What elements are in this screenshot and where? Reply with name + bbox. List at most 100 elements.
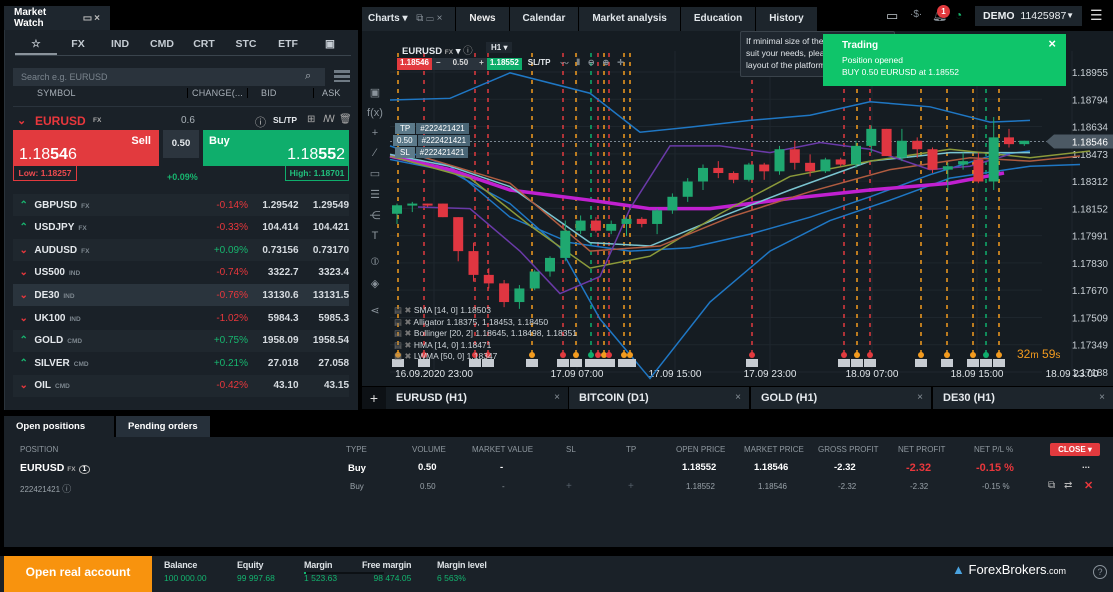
chevron-down-icon[interactable]: ⌄ xyxy=(13,380,34,391)
quick-buy-button[interactable]: 1.18552 xyxy=(486,58,522,70)
tab-inbox[interactable]: ▣ xyxy=(309,38,351,55)
search-icon[interactable]: ⌕ xyxy=(305,70,311,83)
buy-button[interactable]: Buy 1.18552 xyxy=(203,130,349,166)
candles-icon[interactable]: ⫴ xyxy=(572,58,583,70)
chart-tab-bitcoin[interactable]: BITCOIN (D1) × xyxy=(569,387,749,409)
maximize-icon[interactable]: ▭ xyxy=(83,13,92,24)
row-bid[interactable]: 27.018 xyxy=(248,358,299,369)
layout-icon[interactable]: ▭ xyxy=(886,8,898,24)
chart-tab-eurusd[interactable]: EURUSD (H1) × xyxy=(386,387,568,409)
close-all-button[interactable]: CLOSE ▾ xyxy=(1050,443,1100,456)
grid-view-icon[interactable] xyxy=(334,70,350,82)
help-icon[interactable]: ? xyxy=(1093,565,1107,579)
share-icon[interactable]: ⋖ xyxy=(365,304,385,317)
row-ask[interactable]: 1958.54 xyxy=(299,335,349,346)
chart-symbol[interactable]: EURUSD FX ▾ ⓘ xyxy=(402,43,473,57)
pitchfork-icon[interactable]: ⋲ xyxy=(365,209,385,222)
reverse-icon[interactable]: ⇄ xyxy=(1064,480,1072,491)
chevron-down-icon[interactable]: ⌄ xyxy=(13,245,34,256)
chart-tab-de30[interactable]: DE30 (H1) × xyxy=(933,387,1113,409)
chart-sltp-button[interactable]: SL/TP xyxy=(522,58,557,70)
row-bid[interactable]: 43.10 xyxy=(248,380,298,391)
fibonacci-icon[interactable]: ☰ xyxy=(365,188,385,201)
search-input[interactable]: Search e.g. EURUSD xyxy=(13,68,325,86)
info-icon[interactable]: ⓘ xyxy=(255,114,266,130)
market-row[interactable]: ⌄ UK100 IND -1.02% 5984.3 5985.3 xyxy=(13,307,349,329)
volume-decrease[interactable]: − xyxy=(431,58,445,70)
tp-label[interactable]: TP #222421421 xyxy=(395,123,469,134)
row-bid[interactable]: 1.29542 xyxy=(248,200,298,211)
row-ask[interactable]: 0.73170 xyxy=(299,245,349,256)
indicator-legend-item[interactable]: ▤ ✖ SMA [14, 0] 1.18503 xyxy=(394,305,577,317)
indicator-legend-item[interactable]: ▤ ✖ Alligator 1.18375, 1.18453, 1.18450 xyxy=(394,317,577,329)
col-ask[interactable]: ASK xyxy=(313,88,341,98)
chevron-down-icon[interactable]: ⌄ xyxy=(17,114,26,127)
market-row[interactable]: ⌄ DE30 IND -0.76% 13130.6 13131.5 xyxy=(13,284,349,307)
trash-icon[interactable]: 🗑 xyxy=(339,114,352,125)
chevron-down-icon[interactable]: ⌄ xyxy=(13,290,34,301)
tab-cmd[interactable]: CMD xyxy=(141,38,183,55)
col-change[interactable]: CHANGE(... xyxy=(187,88,249,98)
row-bid[interactable]: 13130.6 xyxy=(248,290,298,301)
add-chart-button[interactable]: + xyxy=(362,387,386,409)
account-selector[interactable]: DEMO 11425987 ▼ xyxy=(975,6,1082,26)
chevron-down-icon[interactable]: ⌄ xyxy=(13,313,34,324)
row-ask[interactable]: 5985.3 xyxy=(299,313,349,324)
quick-volume[interactable]: 0.50 xyxy=(444,58,477,70)
sell-button[interactable]: Sell 1.18546 xyxy=(13,130,159,166)
indicators-icon[interactable]: f(x) xyxy=(365,107,385,119)
row-bid[interactable]: 1958.09 xyxy=(248,335,298,346)
row-ask[interactable]: 3323.4 xyxy=(299,267,349,278)
row-bid[interactable]: 5984.3 xyxy=(248,313,299,324)
rectangle-icon[interactable]: ▭ xyxy=(365,167,385,180)
indicator-legend-item[interactable]: ▤ ✖ HMA [14, 0] 1.18471 xyxy=(394,340,577,352)
tab-etf[interactable]: ETF xyxy=(267,38,309,55)
tab-history[interactable]: History xyxy=(756,7,817,31)
tab-ind[interactable]: IND xyxy=(99,38,141,55)
row-ask[interactable]: 13131.5 xyxy=(299,290,349,301)
market-row[interactable]: ⌃ USDJPY FX -0.33% 104.414 104.421 xyxy=(13,217,349,239)
more-options-button[interactable]: ... xyxy=(1082,460,1090,471)
tab-favorites[interactable]: ☆ xyxy=(15,38,57,55)
add-tp-button[interactable]: + xyxy=(628,481,634,492)
col-symbol[interactable]: SYMBOL xyxy=(37,88,76,98)
tab-stc[interactable]: STC xyxy=(225,38,267,55)
timeframe-select[interactable]: H1 ▾ xyxy=(486,42,513,53)
line-chart-icon[interactable]: 〰 xyxy=(556,58,572,70)
tab-education[interactable]: Education xyxy=(680,7,756,31)
zoom-in-icon[interactable]: ⊕ xyxy=(599,58,614,70)
object-icon[interactable]: ▣ xyxy=(365,86,385,99)
tab-pending-orders[interactable]: Pending orders xyxy=(116,416,210,437)
row-bid[interactable]: 104.414 xyxy=(248,222,298,233)
add-sl-button[interactable]: + xyxy=(566,481,572,492)
tab-calendar[interactable]: Calendar xyxy=(509,7,579,31)
market-row[interactable]: ⌄ US500 IND -0.74% 3322.7 3323.4 xyxy=(13,262,349,284)
indicator-legend-item[interactable]: ▤ ✖ Bollinger [20, 2] 1.18645, 1.18498, … xyxy=(394,328,577,340)
market-row[interactable]: ⌃ GOLD CMD +0.75% 1958.09 1958.54 xyxy=(13,329,349,352)
tab-charts[interactable]: Charts ▾ ⧉ ▭ × xyxy=(362,7,456,31)
chevron-up-icon[interactable]: ⌃ xyxy=(13,335,34,346)
layers-icon[interactable]: ◈ xyxy=(365,277,385,290)
tab-open-positions[interactable]: Open positions ▭ × xyxy=(4,416,114,453)
menu-icon[interactable]: ☰ xyxy=(1090,7,1103,24)
row-ask[interactable]: 27.058 xyxy=(299,358,349,369)
close-icon[interactable]: × xyxy=(94,13,100,24)
indicator-legend-item[interactable]: ▤ ✖ LWMA [50, 0] 1.18347 xyxy=(394,351,577,363)
tab-market-analysis[interactable]: Market analysis xyxy=(579,7,680,31)
chevron-down-icon[interactable]: ⌄ xyxy=(13,267,34,278)
add-icon[interactable]: ⊞ xyxy=(307,114,315,125)
volume-increase[interactable]: + xyxy=(476,58,487,70)
row-ask[interactable]: 43.15 xyxy=(299,380,349,391)
col-bid[interactable]: BID xyxy=(261,88,277,98)
close-icon[interactable]: × xyxy=(1048,37,1056,50)
market-row[interactable]: ⌃ GBPUSD FX -0.14% 1.29542 1.29549 xyxy=(13,194,349,216)
chart-tab-gold[interactable]: GOLD (H1) × xyxy=(751,387,931,409)
tab-fx[interactable]: FX xyxy=(57,38,99,55)
volume-input[interactable]: 0.50 xyxy=(163,130,199,158)
row-bid[interactable]: 3322.7 xyxy=(248,267,299,278)
zoom-out-icon[interactable]: ⊖ xyxy=(584,58,599,70)
open-real-account-button[interactable]: Open real account xyxy=(4,556,152,592)
close-position-icon[interactable]: ✕ xyxy=(1084,479,1093,492)
chevron-up-icon[interactable]: ⌃ xyxy=(13,200,34,211)
quick-sell-button[interactable]: 1.18546 xyxy=(397,58,432,70)
